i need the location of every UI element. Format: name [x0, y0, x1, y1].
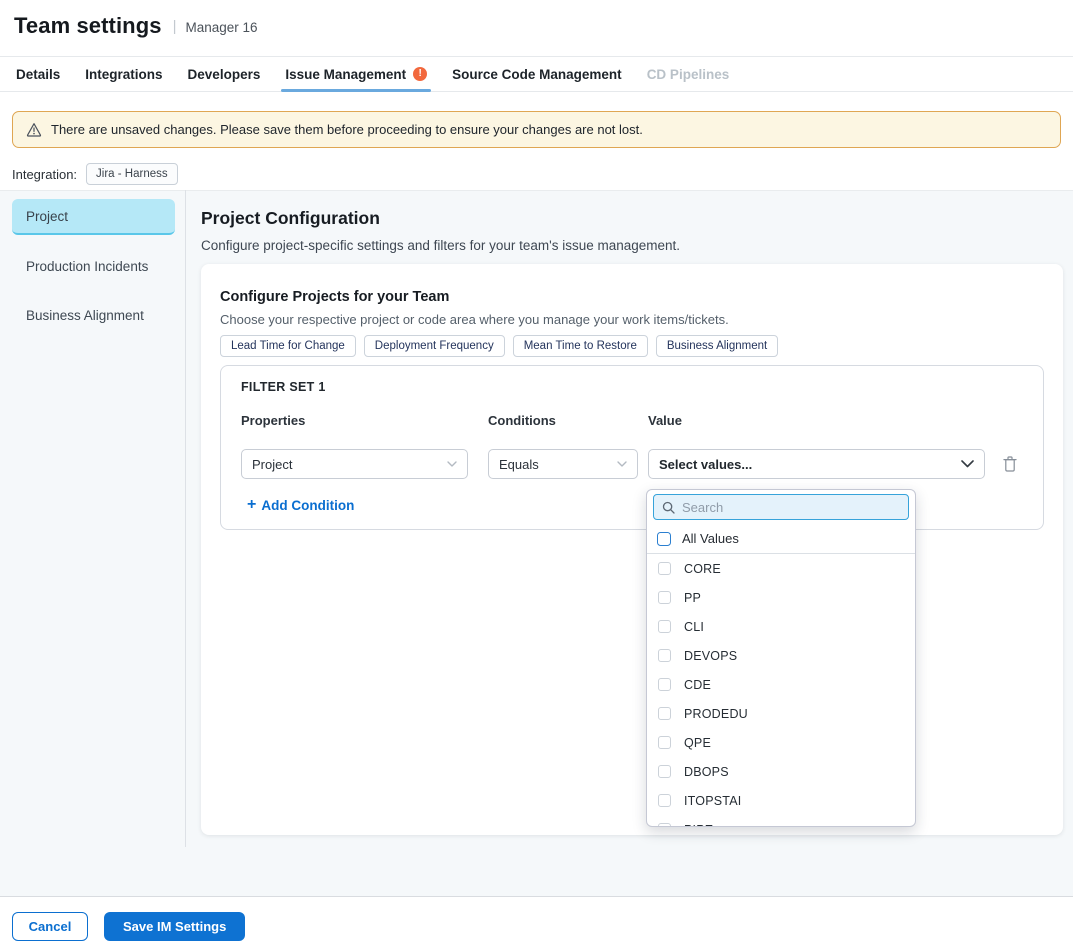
properties-select[interactable]: Project: [241, 449, 468, 479]
column-header-properties: Properties: [241, 413, 305, 428]
tab-details[interactable]: Details: [14, 57, 62, 91]
tab-integrations[interactable]: Integrations: [83, 57, 164, 91]
delete-filter-button[interactable]: [1000, 454, 1020, 474]
alert-badge: !: [413, 67, 427, 81]
save-im-settings-button[interactable]: Save IM Settings: [104, 912, 245, 941]
option-checkbox[interactable]: [658, 562, 671, 575]
option-checkbox[interactable]: [658, 678, 671, 691]
option-cli[interactable]: CLI: [647, 612, 915, 641]
tab-issue-management[interactable]: Issue Management !: [283, 57, 429, 91]
option-prodedu[interactable]: PRODEDU: [647, 699, 915, 728]
metric-tags: Lead Time for Change Deployment Frequenc…: [220, 335, 778, 357]
option-checkbox[interactable]: [658, 823, 671, 827]
tab-source-code-management[interactable]: Source Code Management: [450, 57, 624, 91]
integration-chip[interactable]: Jira - Harness: [86, 163, 178, 185]
option-checkbox[interactable]: [658, 707, 671, 720]
option-core[interactable]: CORE: [647, 554, 915, 583]
trash-icon: [1003, 456, 1017, 472]
sidebar-item-production-incidents[interactable]: Production Incidents: [12, 248, 175, 284]
filter-set-1: FILTER SET 1 Properties Conditions Value…: [220, 365, 1044, 530]
select-all-option[interactable]: All Values: [647, 524, 915, 554]
cancel-button[interactable]: Cancel: [12, 912, 88, 941]
chevron-down-icon: [961, 460, 974, 468]
page-subtitle: Manager 16: [186, 17, 258, 35]
value-select[interactable]: Select values...: [648, 449, 985, 479]
option-pp[interactable]: PP: [647, 583, 915, 612]
all-values-checkbox[interactable]: [657, 532, 671, 546]
metric-tag-mean-time-to-restore: Mean Time to Restore: [513, 335, 648, 357]
option-itopstai[interactable]: ITOPSTAI: [647, 786, 915, 815]
unsaved-changes-banner: There are unsaved changes. Please save t…: [12, 111, 1061, 148]
team-settings-page: Team settings | Manager 16 Details Integ…: [0, 0, 1073, 951]
footer-actions: Cancel Save IM Settings: [12, 912, 245, 941]
option-devops[interactable]: DEVOPS: [647, 641, 915, 670]
option-qpe[interactable]: QPE: [647, 728, 915, 757]
option-checkbox[interactable]: [658, 620, 671, 633]
title-separator: |: [173, 18, 177, 35]
search-icon: [662, 501, 675, 514]
sidebar-item-business-alignment[interactable]: Business Alignment: [12, 297, 175, 333]
page-header: Team settings | Manager 16: [14, 13, 258, 39]
option-checkbox[interactable]: [658, 649, 671, 662]
option-checkbox[interactable]: [658, 591, 671, 604]
section-description: Configure project-specific settings and …: [201, 238, 680, 253]
option-checkbox[interactable]: [658, 736, 671, 749]
section-title: Project Configuration: [201, 208, 380, 229]
sidebar-item-project[interactable]: Project: [12, 199, 175, 235]
integration-label: Integration:: [12, 167, 77, 182]
tab-cd-pipelines: CD Pipelines: [645, 57, 732, 91]
column-header-value: Value: [648, 413, 682, 428]
plus-icon: +: [247, 497, 256, 514]
value-dropdown: Search All Values CORE PP CLI DEVOPS CDE…: [646, 489, 916, 827]
option-checkbox[interactable]: [658, 794, 671, 807]
sidebar-divider: [185, 190, 186, 847]
metric-tag-business-alignment: Business Alignment: [656, 335, 778, 357]
settings-tab-bar: Details Integrations Developers Issue Ma…: [0, 57, 1073, 92]
option-cde[interactable]: CDE: [647, 670, 915, 699]
integration-row: Integration: Jira - Harness: [12, 162, 178, 186]
conditions-select[interactable]: Equals: [488, 449, 638, 479]
page-title: Team settings: [14, 13, 162, 39]
chevron-down-icon: [447, 461, 457, 467]
add-condition-button[interactable]: + Add Condition: [247, 497, 354, 514]
card-title: Configure Projects for your Team: [220, 289, 449, 305]
metric-tag-deployment-frequency: Deployment Frequency: [364, 335, 505, 357]
option-dbops[interactable]: DBOPS: [647, 757, 915, 786]
option-checkbox[interactable]: [658, 765, 671, 778]
column-header-conditions: Conditions: [488, 413, 556, 428]
search-input[interactable]: Search: [653, 494, 909, 520]
warning-icon: [26, 122, 42, 137]
search-placeholder: Search: [682, 500, 723, 515]
filter-set-title: FILTER SET 1: [241, 380, 326, 394]
tab-developers[interactable]: Developers: [186, 57, 263, 91]
banner-message: There are unsaved changes. Please save t…: [51, 122, 643, 137]
card-description: Choose your respective project or code a…: [220, 312, 729, 327]
option-pipe[interactable]: PIPE: [647, 815, 915, 827]
metric-tag-lead-time: Lead Time for Change: [220, 335, 356, 357]
configure-projects-card: Configure Projects for your Team Choose …: [201, 264, 1063, 835]
chevron-down-icon: [617, 461, 627, 467]
